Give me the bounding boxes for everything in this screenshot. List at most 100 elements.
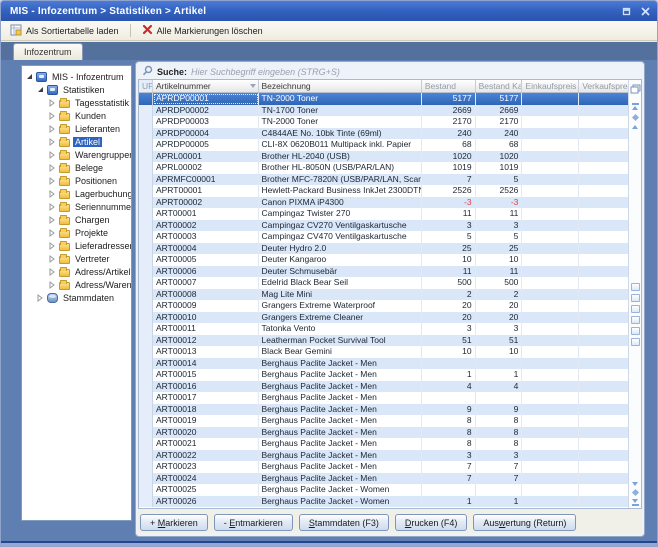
- table-row[interactable]: APRDP00001 TN-2000 Toner 5177 5177: [139, 93, 628, 105]
- tree-expand-icon[interactable]: [48, 281, 56, 289]
- table-row[interactable]: ART00018 Berghaus Paclite Jacket - Men 9…: [139, 404, 628, 416]
- tree-collapse-icon[interactable]: [25, 73, 33, 81]
- stammdaten-button[interactable]: Stammdaten (F3): [299, 514, 389, 531]
- side-tool-icon[interactable]: [631, 294, 640, 302]
- tree-expand-icon[interactable]: [48, 164, 56, 172]
- table-row[interactable]: APRDP00002 TN-1700 Toner 2669 2669: [139, 105, 628, 117]
- tree-expand-icon[interactable]: [48, 125, 56, 133]
- markieren-button[interactable]: + Markieren: [140, 514, 208, 531]
- side-tool-icon[interactable]: [631, 316, 640, 324]
- table-row[interactable]: ART00021 Berghaus Paclite Jacket - Men 8…: [139, 438, 628, 450]
- table-row[interactable]: ART00008 Mag Lite Mini 2 2: [139, 289, 628, 301]
- column-header-up[interactable]: UP: [139, 80, 153, 92]
- tree-item[interactable]: Warengruppen: [22, 148, 131, 161]
- table-row[interactable]: APRDP00004 C4844AE No. 10bk Tinte (69ml)…: [139, 128, 628, 140]
- tree-item[interactable]: Chargen: [22, 213, 131, 226]
- column-header-bestand-kalk[interactable]: Bestand Kalk..: [476, 80, 523, 92]
- tree-item[interactable]: Seriennummern: [22, 200, 131, 213]
- table-row[interactable]: ART00001 Campingaz Twister 270 11 11: [139, 208, 628, 220]
- column-header-artikelnummer[interactable]: Artikelnummer: [153, 80, 259, 92]
- tree-expand-icon[interactable]: [48, 242, 56, 250]
- tree-expand-icon[interactable]: [48, 151, 56, 159]
- table-row[interactable]: ART00006 Deuter Schmusebär 11 11: [139, 266, 628, 278]
- tree-expand-icon[interactable]: [48, 229, 56, 237]
- tree-collapse-icon[interactable]: [36, 86, 44, 94]
- table-row[interactable]: ART00009 Grangers Extreme Waterproof 20 …: [139, 300, 628, 312]
- table-row[interactable]: ART00026 Berghaus Paclite Jacket - Women…: [139, 496, 628, 508]
- table-row[interactable]: ART00007 Edelrid Black Bear Seil 500 500: [139, 277, 628, 289]
- table-row[interactable]: ART00010 Grangers Extreme Cleaner 20 20: [139, 312, 628, 324]
- table-row[interactable]: ART00020 Berghaus Paclite Jacket - Men 8…: [139, 427, 628, 439]
- column-header-bezeichnung[interactable]: Bezeichnung: [259, 80, 422, 92]
- column-chooser-icon[interactable]: [630, 81, 641, 99]
- table-row[interactable]: ART00003 Campingaz CV470 Ventilgaskartus…: [139, 231, 628, 243]
- table-row[interactable]: ART00012 Leatherman Pocket Survival Tool…: [139, 335, 628, 347]
- drucken-button[interactable]: Drucken (F4): [395, 514, 468, 531]
- table-row[interactable]: ART00023 Berghaus Paclite Jacket - Men 7…: [139, 461, 628, 473]
- table-row[interactable]: ART00011 Tatonka Vento 3 3: [139, 323, 628, 335]
- tree-item[interactable]: Stammdaten: [22, 291, 131, 304]
- title-bar[interactable]: MIS - Infozentrum > Statistiken > Artike…: [1, 1, 657, 21]
- tree-expand-icon[interactable]: [48, 138, 56, 146]
- table-row[interactable]: ART00013 Black Bear Gemini 10 10: [139, 346, 628, 358]
- tree-item[interactable]: Positionen: [22, 174, 131, 187]
- table-row[interactable]: APRT00002 Canon PIXMA iP4300 -3 -3: [139, 197, 628, 209]
- column-header-verkaufspreis[interactable]: Verkaufsprei: [579, 80, 628, 92]
- tree-expand-icon[interactable]: [48, 203, 56, 211]
- tree-item[interactable]: Adress/Artikel: [22, 265, 131, 278]
- tree-expand-icon[interactable]: [48, 268, 56, 276]
- table-row[interactable]: ART00002 Campingaz CV270 Ventilgaskartus…: [139, 220, 628, 232]
- scroll-up-icon[interactable]: [632, 125, 638, 129]
- tree-item[interactable]: Kunden: [22, 109, 131, 122]
- table-row[interactable]: ART00025 Berghaus Paclite Jacket - Women: [139, 484, 628, 496]
- tree-expand-icon[interactable]: [36, 294, 44, 302]
- table-row[interactable]: ART00005 Deuter Kangaroo 10 10: [139, 254, 628, 266]
- table-row[interactable]: ART00017 Berghaus Paclite Jacket - Men: [139, 392, 628, 404]
- scroll-end-icon[interactable]: [632, 499, 639, 506]
- side-tool-icon[interactable]: [631, 283, 640, 291]
- table-row[interactable]: ART00016 Berghaus Paclite Jacket - Men 4…: [139, 381, 628, 393]
- tree-item[interactable]: Projekte: [22, 226, 131, 239]
- tree-expand-icon[interactable]: [48, 112, 56, 120]
- tree-item[interactable]: Statistiken: [22, 83, 131, 96]
- table-row[interactable]: ART00024 Berghaus Paclite Jacket - Men 7…: [139, 473, 628, 485]
- side-tool-icon[interactable]: [631, 327, 640, 335]
- table-row[interactable]: APRL00001 Brother HL-2040 (USB) 1020 102…: [139, 151, 628, 163]
- tree-item[interactable]: Belege: [22, 161, 131, 174]
- tree-item[interactable]: Lagerbuchungen: [22, 187, 131, 200]
- table-row[interactable]: ART00022 Berghaus Paclite Jacket - Men 3…: [139, 450, 628, 462]
- side-tool-icon[interactable]: [631, 305, 640, 313]
- tree-expand-icon[interactable]: [48, 216, 56, 224]
- tab-infozentrum[interactable]: Infozentrum: [13, 43, 83, 60]
- tree-item[interactable]: Tagesstatistik: [22, 96, 131, 109]
- tree-item[interactable]: Lieferadressen: [22, 239, 131, 252]
- column-header-einkaufspreis[interactable]: Einkaufspreis: [522, 80, 579, 92]
- table-row[interactable]: APRT00001 Hewlett-Packard Business InkJe…: [139, 185, 628, 197]
- table-row[interactable]: ART00004 Deuter Hydro 2.0 25 25: [139, 243, 628, 255]
- tree-expand-icon[interactable]: [48, 99, 56, 107]
- search-bar[interactable]: Suche: Hier Suchbegriff eingeben (STRG+S…: [138, 64, 642, 79]
- tree-item[interactable]: Artikel: [22, 135, 131, 148]
- side-tool-icon[interactable]: [631, 338, 640, 346]
- tree-expand-icon[interactable]: [48, 255, 56, 263]
- tree-item[interactable]: MIS - Infozentrum: [22, 70, 131, 83]
- scroll-marker-icon[interactable]: [631, 489, 638, 496]
- tree-expand-icon[interactable]: [48, 190, 56, 198]
- table-row[interactable]: ART00014 Berghaus Paclite Jacket - Men: [139, 358, 628, 370]
- tree-item[interactable]: Vertreter: [22, 252, 131, 265]
- table-row[interactable]: ART00015 Berghaus Paclite Jacket - Men 1…: [139, 369, 628, 381]
- tree-item[interactable]: Adress/Warengruppen: [22, 278, 131, 291]
- load-sort-table-button[interactable]: Als Sortiertabelle laden: [5, 22, 124, 40]
- table-row[interactable]: APRDP00003 TN-2000 Toner 2170 2170: [139, 116, 628, 128]
- scroll-down-icon[interactable]: [632, 482, 638, 486]
- scroll-marker-icon[interactable]: [631, 114, 638, 121]
- table-row[interactable]: ART00019 Berghaus Paclite Jacket - Men 8…: [139, 415, 628, 427]
- tree-item[interactable]: Lieferanten: [22, 122, 131, 135]
- table-row[interactable]: APRMFC00001 Brother MFC-7820N (USB/PAR/L…: [139, 174, 628, 186]
- table-row[interactable]: APRL00002 Brother HL-8050N (USB/PAR/LAN)…: [139, 162, 628, 174]
- clear-marks-button[interactable]: Alle Markierungen löschen: [137, 22, 268, 39]
- auswertung-button[interactable]: Auswertung (Return): [473, 514, 576, 531]
- tree-expand-icon[interactable]: [48, 177, 56, 185]
- close-icon[interactable]: [639, 5, 651, 17]
- table-row[interactable]: APRDP00005 CLI-8X 0620B011 Multipack ink…: [139, 139, 628, 151]
